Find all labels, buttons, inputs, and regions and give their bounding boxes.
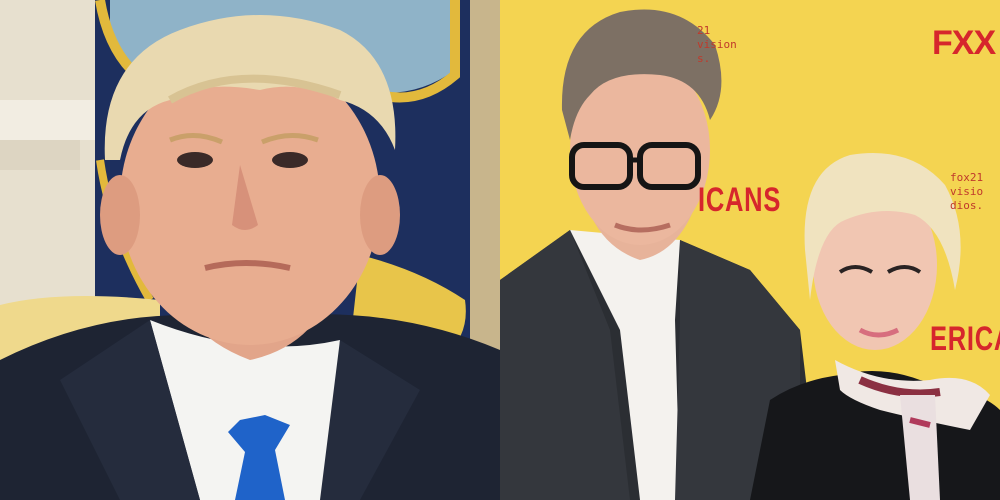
network-text-right: fox21 visio dios. [950,171,984,212]
fxx-logo: FXX [932,24,996,62]
right-photo-panel: 21 vision s. FXX ICANS fox21 visio dios.… [500,0,1000,500]
left-photo-panel [0,0,500,500]
show-title-fragment-1: ICANS [698,181,782,219]
network-text-top: 21 vision s. [697,24,737,65]
split-photo: 21 vision s. FXX ICANS fox21 visio dios.… [0,0,1000,500]
right-photo-art [500,0,1000,500]
show-title-fragment-2: ERICA [930,320,1000,358]
left-photo-art [0,0,500,500]
